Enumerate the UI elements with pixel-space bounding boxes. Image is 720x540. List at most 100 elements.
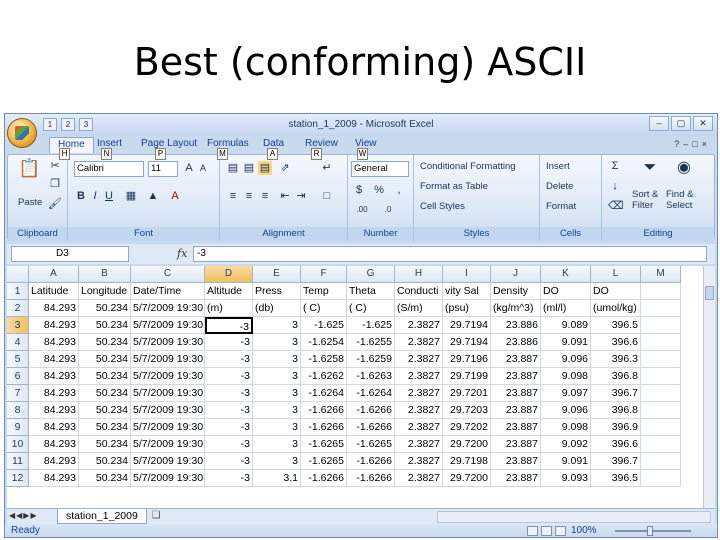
table-cell[interactable]: 3 [253, 453, 301, 470]
table-cell[interactable]: Conducti [395, 283, 443, 300]
format-as-table-button[interactable]: Format as Table [420, 181, 488, 192]
table-cell[interactable]: -3 [205, 436, 253, 453]
table-cell[interactable]: 50.234 [79, 334, 131, 351]
italic-button[interactable]: I [88, 189, 102, 203]
table-cell[interactable]: Date/Time [131, 283, 205, 300]
table-cell[interactable]: -1.6262 [301, 368, 347, 385]
table-cell[interactable]: 3 [253, 402, 301, 419]
table-cell[interactable]: ( C) [347, 300, 395, 317]
align-bottom-icon[interactable]: ▤ [258, 161, 272, 175]
table-cell[interactable]: 5/7/2009 19:30 [131, 436, 205, 453]
table-cell[interactable]: -3 [205, 402, 253, 419]
table-cell[interactable]: 5/7/2009 19:30 [131, 419, 205, 436]
table-cell[interactable]: (S/m) [395, 300, 443, 317]
table-cell[interactable]: 396.6 [591, 436, 641, 453]
table-cell[interactable]: -1.6266 [347, 470, 395, 487]
table-cell[interactable]: -1.6259 [347, 351, 395, 368]
copy-icon[interactable]: ❐ [48, 177, 62, 191]
table-cell[interactable]: -3 [205, 334, 253, 351]
ribbon-help-controls[interactable]: ?–□× [674, 139, 711, 149]
table-cell[interactable]: 50.234 [79, 300, 131, 317]
table-cell[interactable]: 2.3827 [395, 385, 443, 402]
table-cell[interactable] [641, 402, 681, 419]
align-top-icon[interactable]: ▤ [226, 161, 240, 175]
vertical-scroll-thumb[interactable] [705, 286, 714, 300]
table-cell[interactable]: 50.234 [79, 385, 131, 402]
table-cell[interactable]: 29.7194 [443, 317, 491, 334]
table-cell[interactable]: 5/7/2009 19:30 [131, 402, 205, 419]
table-cell[interactable]: 3 [253, 334, 301, 351]
font-size-select[interactable]: 11 [148, 161, 178, 177]
table-cell[interactable]: 2.3827 [395, 402, 443, 419]
page-layout-view-icon[interactable] [541, 526, 552, 536]
office-button[interactable] [7, 118, 37, 148]
table-cell[interactable]: -1.6264 [301, 385, 347, 402]
find-select-label[interactable]: Find & [666, 189, 693, 200]
table-cell[interactable]: 50.234 [79, 317, 131, 334]
increase-indent-icon[interactable]: ⇥ [294, 189, 308, 203]
column-header-d[interactable]: D [205, 266, 253, 283]
table-cell[interactable]: 3.1 [253, 470, 301, 487]
normal-view-icon[interactable] [527, 526, 538, 536]
table-cell[interactable]: 396.9 [591, 419, 641, 436]
table-cell[interactable]: 5/7/2009 19:30 [131, 351, 205, 368]
table-cell[interactable]: 84.293 [29, 385, 79, 402]
table-cell[interactable]: Altitude [205, 283, 253, 300]
table-cell[interactable]: Press [253, 283, 301, 300]
table-cell[interactable]: 84.293 [29, 334, 79, 351]
qat-undo-keytip[interactable]: 2 [61, 118, 75, 131]
table-cell[interactable]: 29.7201 [443, 385, 491, 402]
conditional-formatting-button[interactable]: Conditional Formatting [420, 161, 516, 172]
table-cell[interactable]: -3 [205, 385, 253, 402]
table-cell[interactable]: (umol/kg) [591, 300, 641, 317]
column-header-k[interactable]: K [541, 266, 591, 283]
increase-decimal-button[interactable]: .00 [352, 203, 372, 217]
table-cell[interactable] [641, 436, 681, 453]
table-cell[interactable]: 396.8 [591, 368, 641, 385]
binoculars-icon[interactable]: ◉ [672, 160, 696, 176]
table-cell[interactable]: 84.293 [29, 317, 79, 334]
table-cell[interactable]: 396.8 [591, 402, 641, 419]
table-cell[interactable]: 3 [253, 436, 301, 453]
table-cell[interactable] [641, 385, 681, 402]
table-cell[interactable]: 23.886 [491, 317, 541, 334]
table-cell[interactable]: DO [591, 283, 641, 300]
row-header[interactable]: 8 [7, 402, 29, 419]
table-cell[interactable]: (db) [253, 300, 301, 317]
zoom-level[interactable]: 100% [571, 524, 597, 537]
table-cell[interactable]: -1.6266 [347, 453, 395, 470]
table-cell[interactable] [641, 419, 681, 436]
fill-icon[interactable]: ↓ [608, 179, 622, 193]
fill-color-icon[interactable]: ▲ [146, 189, 160, 203]
table-cell[interactable]: ( C) [301, 300, 347, 317]
table-cell[interactable]: Theta [347, 283, 395, 300]
table-cell[interactable] [641, 453, 681, 470]
table-cell[interactable]: 5/7/2009 19:30 [131, 317, 205, 334]
table-cell[interactable]: 50.234 [79, 436, 131, 453]
table-cell[interactable]: 2.3827 [395, 368, 443, 385]
table-cell[interactable]: 3 [253, 317, 301, 334]
table-cell[interactable]: 23.887 [491, 436, 541, 453]
table-cell[interactable]: 29.7200 [443, 436, 491, 453]
borders-icon[interactable]: ▦ [124, 189, 138, 203]
table-cell[interactable]: Density [491, 283, 541, 300]
table-cell[interactable]: 9.092 [541, 436, 591, 453]
table-cell[interactable]: 5/7/2009 19:30 [131, 368, 205, 385]
column-header-a[interactable]: A [29, 266, 79, 283]
table-cell[interactable]: -1.625 [301, 317, 347, 334]
table-cell[interactable]: 50.234 [79, 419, 131, 436]
column-header-b[interactable]: B [79, 266, 131, 283]
minimize-button[interactable]: – [649, 116, 669, 131]
table-cell[interactable]: 50.234 [79, 402, 131, 419]
table-cell[interactable]: 2.3827 [395, 470, 443, 487]
table-cell[interactable] [641, 317, 681, 334]
qat-redo-keytip[interactable]: 3 [79, 118, 93, 131]
table-cell[interactable] [641, 470, 681, 487]
table-cell[interactable]: 84.293 [29, 300, 79, 317]
table-cell[interactable]: 3 [253, 368, 301, 385]
table-cell[interactable]: 84.293 [29, 453, 79, 470]
table-cell[interactable]: -1.6258 [301, 351, 347, 368]
bold-button[interactable]: B [74, 189, 88, 203]
tab-page-layout[interactable]: Page Layout [141, 138, 197, 154]
table-cell[interactable]: 9.098 [541, 419, 591, 436]
